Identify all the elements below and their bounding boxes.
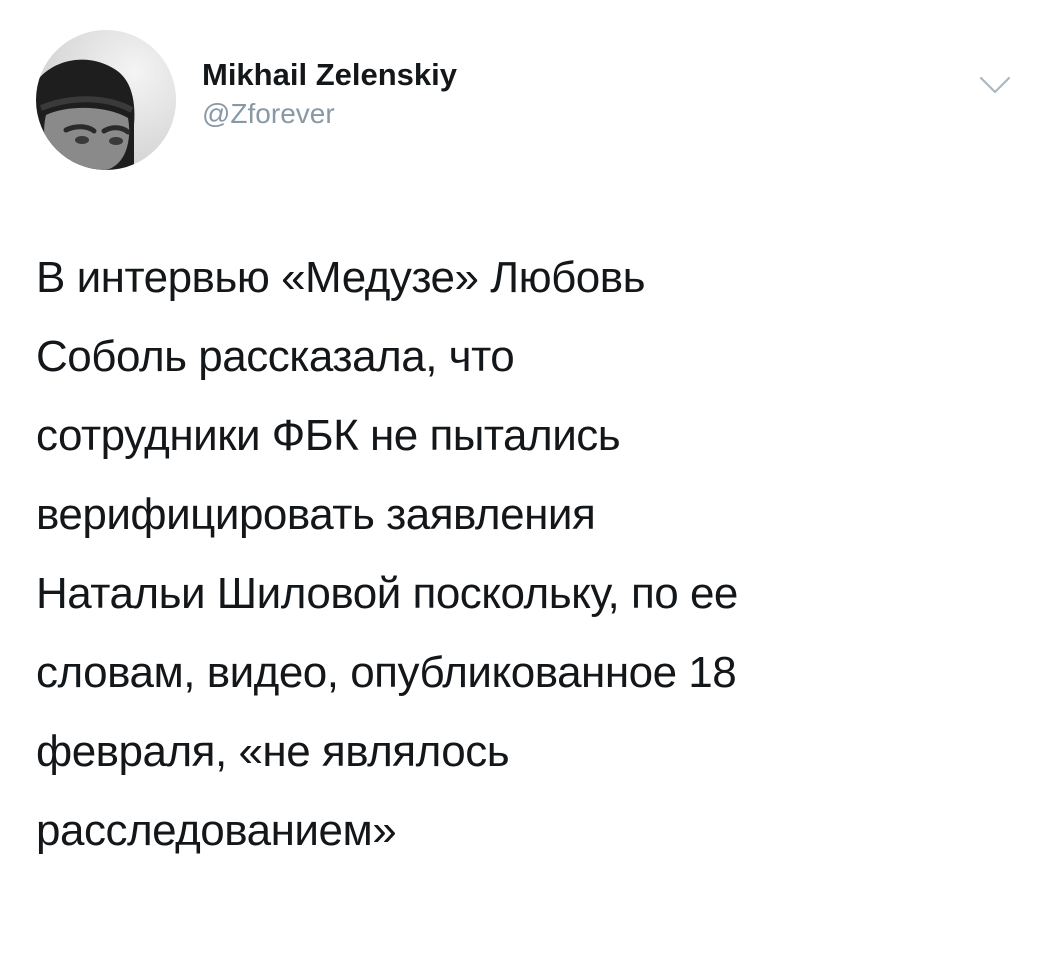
tweet-header: Mikhail Zelenskiy @Zforever xyxy=(36,30,1016,180)
tweet-text-line: Соболь рассказала, что xyxy=(36,332,515,381)
tweet-text-line: верифицировать заявления xyxy=(36,490,596,539)
tweet-menu-button[interactable] xyxy=(978,74,1012,96)
tweet-card: Mikhail Zelenskiy @Zforever В интервью «… xyxy=(0,0,1038,976)
tweet-text-line: словам, видео, опубликованное 18 xyxy=(36,648,737,697)
tweet-text-line: февраля, «не являлось xyxy=(36,727,510,776)
display-name[interactable]: Mikhail Zelenskiy xyxy=(202,56,457,94)
tweet-text-line: Натальи Шиловой поскольку, по ее xyxy=(36,569,738,618)
avatar-photo-icon xyxy=(36,30,176,170)
user-info[interactable]: Mikhail Zelenskiy @Zforever xyxy=(202,56,457,132)
tweet-text: В интервью «Медузе» Любовь Соболь расска… xyxy=(36,238,1006,870)
tweet-text-line: расследованием» xyxy=(36,806,397,855)
tweet-text-line: В интервью «Медузе» Любовь xyxy=(36,253,646,302)
user-handle[interactable]: @Zforever xyxy=(202,96,457,132)
chevron-down-icon xyxy=(979,76,1011,94)
tweet-text-line: сотрудники ФБК не пытались xyxy=(36,411,621,460)
avatar[interactable] xyxy=(36,30,176,170)
